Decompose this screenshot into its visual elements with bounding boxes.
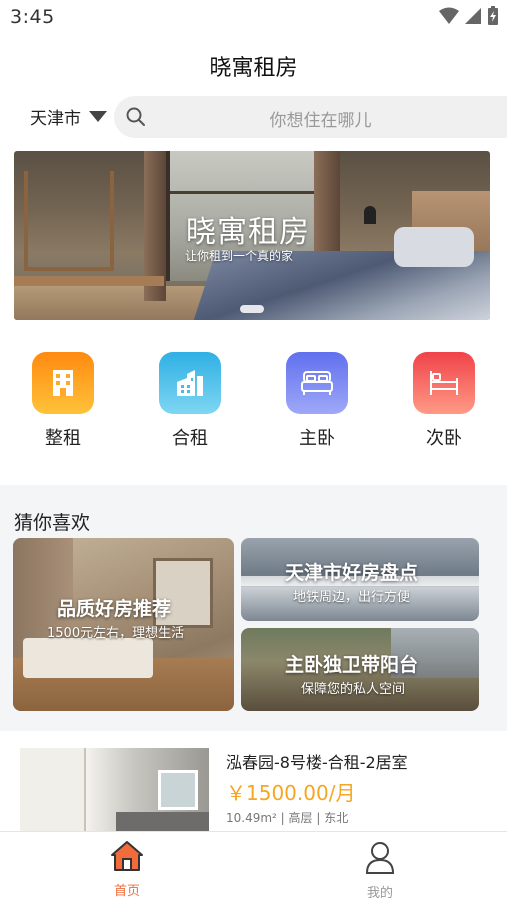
listing-title: 泓春园-8号楼-合租-2居室	[226, 753, 408, 772]
single-bed-icon	[413, 352, 475, 414]
user-icon	[365, 842, 395, 874]
category-grid: 整租 合租 主卧 次卧	[0, 352, 507, 452]
page-title: 晓寓租房	[209, 56, 298, 81]
tab-label: 首页	[113, 884, 140, 899]
status-bar: 3:45	[0, 0, 507, 34]
category-label: 次卧	[426, 428, 462, 449]
listing-meta: 10.49m² | 高层 | 东北	[226, 811, 349, 825]
category-second-bedroom[interactable]: 次卧	[394, 352, 494, 450]
apartment-icon	[159, 352, 221, 414]
listing-photo	[20, 748, 209, 838]
banner-subtitle: 让你租到一个真的家	[185, 249, 294, 263]
city-label: 天津市	[30, 109, 81, 129]
recommend-card-city[interactable]: 天津市好房盘点 地铁周边，出行方便	[241, 538, 479, 621]
recommend-card-title: 天津市好房盘点	[285, 562, 419, 584]
signal-icon	[465, 8, 481, 24]
category-label: 主卧	[299, 428, 335, 449]
recommend-card-quality[interactable]: 品质好房推荐 1500元左右，理想生活	[13, 538, 234, 711]
recommend-card-subtitle: 保障您的私人空间	[301, 682, 406, 697]
category-label: 合租	[172, 428, 208, 449]
lamp-icon	[364, 206, 376, 224]
building-icon	[32, 352, 94, 414]
banner-carousel[interactable]: 晓寓租房 让你租到一个真的家	[14, 151, 490, 320]
carousel-indicator[interactable]	[240, 305, 264, 313]
tab-home[interactable]: 首页	[67, 840, 187, 899]
recommend-card-master[interactable]: 主卧独卫带阳台 保障您的私人空间	[241, 628, 479, 711]
status-time: 3:45	[10, 6, 55, 28]
battery-icon	[488, 6, 498, 25]
caret-down-icon	[89, 111, 107, 122]
tab-profile[interactable]: 我的	[320, 840, 440, 901]
status-icons	[439, 6, 499, 26]
banner-title: 晓寓租房	[186, 215, 310, 250]
recommend-card-title: 品质好房推荐	[57, 598, 172, 620]
category-shared-rent[interactable]: 合租	[140, 352, 240, 450]
double-bed-icon	[286, 352, 348, 414]
search-placeholder: 你想住在哪儿	[269, 111, 372, 131]
home-icon	[111, 841, 143, 871]
category-whole-rent[interactable]: 整租	[13, 352, 113, 450]
tab-label: 我的	[366, 886, 393, 901]
recommend-card-title: 主卧独卫带阳台	[285, 654, 419, 676]
city-selector[interactable]: 天津市	[30, 104, 107, 129]
listing-price: ￥1500.00/月	[226, 781, 356, 805]
recommend-title: 猜你喜欢	[14, 512, 91, 534]
category-master-bedroom[interactable]: 主卧	[267, 352, 367, 450]
recommend-card-subtitle: 1500元左右，理想生活	[47, 626, 185, 641]
wifi-icon	[439, 7, 459, 24]
category-label: 整租	[45, 428, 81, 449]
listing-item[interactable]: 泓春园-8号楼-合租-2居室 ￥1500.00/月 10.49m² | 高层 |…	[0, 731, 507, 838]
bottom-tabbar: 首页 我的	[0, 831, 507, 903]
search-input[interactable]: 你想住在哪儿	[114, 96, 507, 138]
recommend-card-subtitle: 地铁周边，出行方便	[293, 590, 411, 605]
